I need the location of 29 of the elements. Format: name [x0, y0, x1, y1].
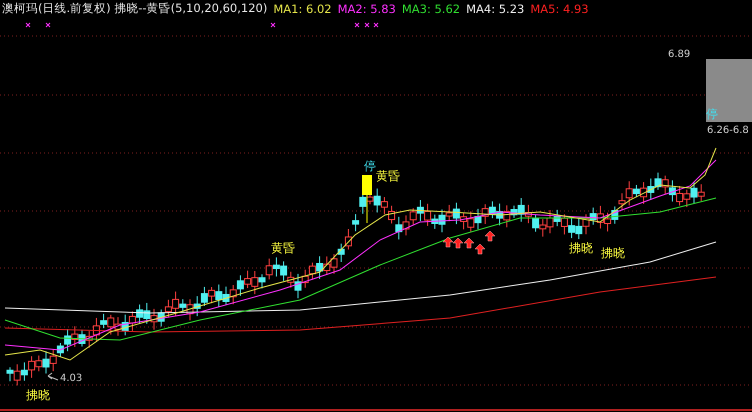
- up-arrow-icon: [484, 230, 496, 242]
- price-label: 4.03: [60, 374, 82, 384]
- chart-title: 澳柯玛(日线.前复权) 拂晓--黄昏(5,10,20,60,120): [2, 1, 268, 16]
- signal-label: 拂晓: [26, 389, 50, 401]
- cross-icon: [26, 22, 30, 28]
- limit-label: 停: [364, 160, 376, 172]
- ma-legend: MA4: 5.23: [466, 2, 524, 16]
- price-label: 6.89: [668, 50, 690, 60]
- price-label: 6.26-6.8: [707, 126, 749, 136]
- up-arrow-icon: [464, 238, 474, 248]
- arrow-line: [48, 372, 58, 380]
- ma-legend: MA3: 5.62: [402, 2, 460, 16]
- ma-legend: MA5: 4.93: [530, 2, 589, 16]
- cross-icon: [354, 22, 360, 28]
- up-arrow-icon: [442, 236, 454, 248]
- cross-icon: [374, 22, 378, 28]
- limit-label: 停: [706, 108, 718, 120]
- up-arrow-icon: [474, 244, 486, 254]
- up-arrow-icon: [452, 238, 464, 248]
- signal-label: 黄昏: [376, 170, 400, 182]
- signal-label: 拂晓: [569, 242, 593, 254]
- cross-icon: [364, 22, 370, 28]
- cross-icon: [46, 22, 50, 28]
- price-range-block: [706, 59, 752, 122]
- signal-label: 拂晓: [601, 247, 625, 259]
- cross-icon: [270, 22, 276, 28]
- signal-label: 黄昏: [271, 242, 295, 254]
- ma-legend: MA2: 5.83: [338, 2, 396, 16]
- ma-legend: MA1: 6.02: [273, 2, 332, 16]
